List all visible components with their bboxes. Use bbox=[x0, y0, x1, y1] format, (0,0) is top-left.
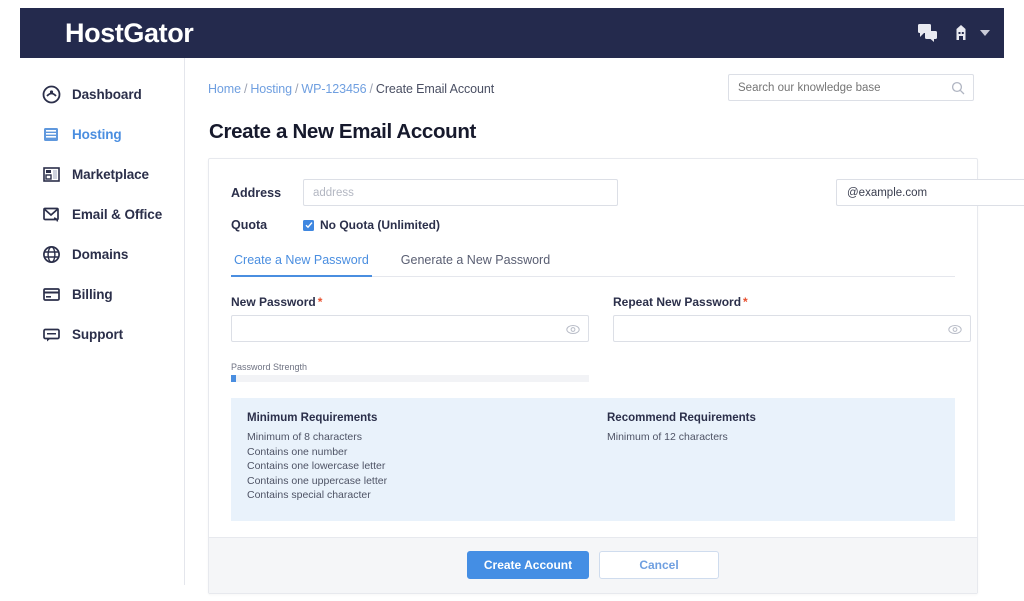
requirement-line: Minimum of 8 characters bbox=[247, 431, 362, 443]
globe-icon bbox=[42, 245, 61, 264]
password-strength-track bbox=[231, 375, 589, 382]
cancel-button[interactable]: Cancel bbox=[599, 551, 719, 579]
breadcrumb-and-search: Home / Hosting / WP-123456/Create Email Acco… bbox=[208, 74, 974, 101]
repeat-password-input[interactable] bbox=[614, 316, 970, 341]
gator-avatar-icon[interactable] bbox=[952, 24, 970, 42]
new-password-column: New Password * bbox=[231, 295, 589, 342]
sidebar-item-label: Marketplace bbox=[72, 166, 149, 182]
breadcrumb-separator: / bbox=[295, 82, 299, 96]
card-body: Address @example.com Quota No Quota (Unl bbox=[209, 159, 1024, 537]
eye-icon[interactable] bbox=[948, 322, 962, 340]
recommend-requirements: Recommend Requirements Minimum of 12 cha… bbox=[593, 412, 939, 503]
app-window: HostGator Dashboard Hosting Marketplace … bbox=[0, 0, 1024, 601]
billing-card-icon bbox=[42, 285, 61, 304]
marketplace-icon bbox=[42, 165, 61, 184]
chevron-down-icon[interactable] bbox=[980, 30, 990, 36]
password-requirements-panel: Minimum Requirements Minimum of 8 charac… bbox=[231, 398, 955, 521]
tab-generate-password[interactable]: Generate a New Password bbox=[398, 246, 553, 276]
new-password-label-text: New Password bbox=[231, 295, 316, 309]
domain-select[interactable]: @example.com bbox=[836, 179, 1024, 206]
sidebar-item-domains[interactable]: Domains bbox=[20, 234, 184, 274]
sidebar-item-label: Hosting bbox=[72, 126, 122, 142]
eye-icon[interactable] bbox=[566, 322, 580, 340]
sidebar-item-label: Billing bbox=[72, 286, 113, 302]
top-navigation-bar: HostGator bbox=[20, 8, 1004, 58]
create-account-button[interactable]: Create Account bbox=[467, 551, 589, 579]
server-icon bbox=[42, 125, 61, 144]
breadcrumb-separator: / bbox=[243, 82, 248, 96]
main-content: Home / Hosting / WP-123456/Create Email Acco… bbox=[186, 58, 1024, 594]
email-icon bbox=[42, 205, 61, 224]
dashboard-icon bbox=[42, 85, 61, 104]
tab-create-password[interactable]: Create a New Password bbox=[231, 246, 372, 277]
create-email-card: Address @example.com Quota No Quota (Unl bbox=[208, 158, 1024, 594]
sidebar-item-dashboard[interactable]: Dashboard bbox=[20, 74, 184, 114]
password-strength-fill bbox=[231, 375, 237, 382]
breadcrumb-separator: / bbox=[369, 82, 373, 96]
new-password-field[interactable] bbox=[231, 315, 589, 342]
new-password-input[interactable] bbox=[232, 316, 588, 341]
card-footer: Create Account Cancel bbox=[209, 536, 977, 593]
requirement-line: Contains one number bbox=[247, 445, 348, 458]
repeat-password-label-text: Repeat New Password bbox=[613, 295, 742, 309]
password-strength: Password Strength bbox=[231, 362, 589, 382]
address-row: Address @example.com bbox=[231, 179, 1024, 206]
recommend-requirements-title: Recommend Requirements bbox=[607, 412, 756, 424]
repeat-password-field[interactable] bbox=[613, 315, 971, 342]
quota-row: Quota No Quota (Unlimited) bbox=[231, 218, 955, 232]
password-strength-label: Password Strength bbox=[231, 362, 308, 372]
no-quota-label: No Quota (Unlimited) bbox=[320, 218, 440, 232]
breadcrumb-link-hosting[interactable]: Hosting bbox=[250, 82, 292, 96]
breadcrumb-link-account[interactable]: WP-123456 bbox=[301, 82, 366, 96]
repeat-password-label: Repeat New Password * bbox=[613, 295, 971, 309]
address-label: Address bbox=[231, 185, 282, 200]
search-input[interactable] bbox=[738, 81, 947, 94]
support-chat-icon bbox=[42, 325, 61, 344]
chat-bubbles-icon[interactable] bbox=[918, 24, 938, 42]
required-marker: * bbox=[317, 295, 323, 309]
sidebar-item-label: Dashboard bbox=[72, 86, 142, 102]
new-password-label: New Password * bbox=[231, 295, 589, 309]
address-input[interactable] bbox=[303, 179, 618, 206]
no-quota-checkbox[interactable] bbox=[303, 219, 314, 231]
sidebar-item-email-office[interactable]: Email & Office bbox=[20, 194, 184, 234]
sidebar-item-label: Email & Office bbox=[72, 206, 163, 222]
minimum-requirements-title: Minimum Requirements bbox=[247, 412, 378, 424]
breadcrumb-link-home[interactable]: Home bbox=[208, 82, 241, 96]
quota-label: Quota bbox=[231, 218, 268, 232]
repeat-password-column: Repeat New Password * bbox=[613, 295, 971, 342]
minimum-requirements: Minimum Requirements Minimum of 8 charac… bbox=[247, 412, 593, 503]
sidebar-item-label: Support bbox=[72, 326, 124, 342]
breadcrumb: Home / Hosting / WP-123456/Create Email Acco… bbox=[208, 74, 494, 96]
page-title: Create a New Email Account bbox=[209, 120, 476, 143]
required-marker: * bbox=[743, 295, 748, 309]
password-fields-grid: New Password * Repeat New Password * bbox=[231, 295, 971, 342]
sidebar: Dashboard Hosting Marketplace Email & Of… bbox=[20, 58, 185, 585]
hostgator-logo[interactable]: HostGator bbox=[65, 18, 194, 49]
search-icon[interactable] bbox=[951, 81, 965, 100]
requirement-line: Contains one uppercase letter bbox=[247, 474, 388, 487]
checkmark-icon bbox=[305, 222, 313, 229]
sidebar-item-hosting[interactable]: Hosting bbox=[20, 114, 184, 154]
knowledge-base-search[interactable] bbox=[728, 74, 974, 101]
password-tabs: Create a New Password Generate a New Pas… bbox=[231, 246, 955, 277]
sidebar-item-billing[interactable]: Billing bbox=[20, 274, 184, 314]
requirement-line: Contains special character bbox=[247, 489, 371, 501]
requirement-line: Contains one lowercase letter bbox=[247, 460, 386, 472]
breadcrumb-current: Create Email Account bbox=[375, 82, 495, 96]
sidebar-item-marketplace[interactable]: Marketplace bbox=[20, 154, 184, 194]
topbar-actions bbox=[918, 24, 990, 42]
sidebar-item-label: Domains bbox=[72, 246, 129, 262]
domain-select-value: @example.com bbox=[847, 186, 928, 199]
sidebar-item-support[interactable]: Support bbox=[20, 314, 184, 354]
requirement-line: Minimum of 12 characters bbox=[607, 431, 728, 443]
